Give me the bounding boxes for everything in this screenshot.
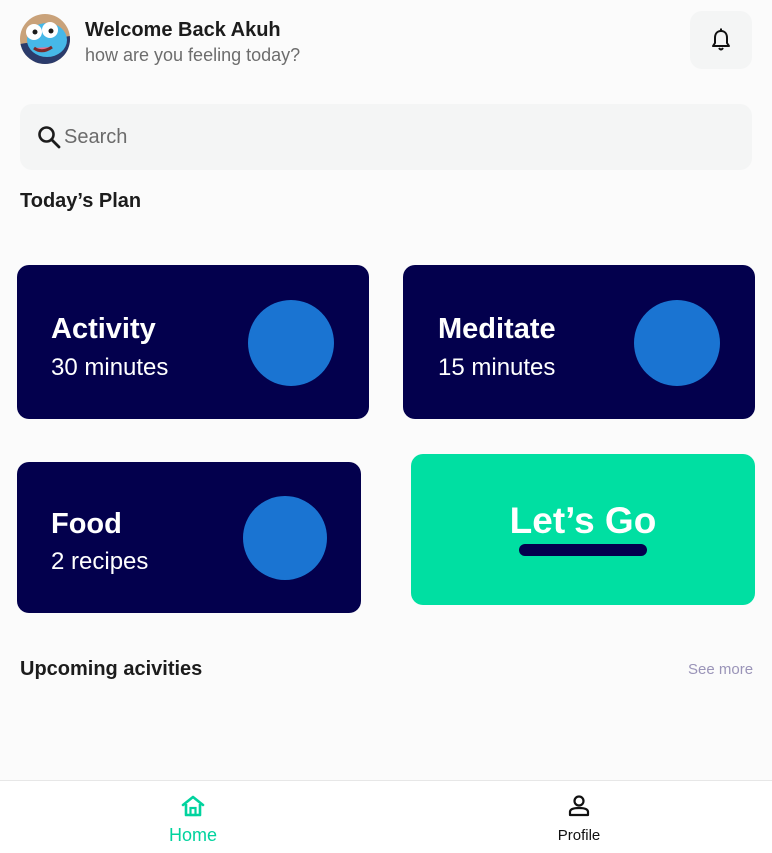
home-icon (181, 795, 205, 817)
bell-icon (712, 28, 730, 51)
plan-card-activity[interactable]: Activity 30 minutes (17, 265, 369, 419)
nav-item-home[interactable]: Home (0, 781, 386, 853)
card-circle (248, 300, 334, 386)
card-title: Meditate (438, 313, 556, 345)
avatar-image (20, 14, 70, 64)
bottom-nav: Home Profile (0, 780, 772, 853)
lets-go-underline (519, 544, 647, 556)
plan-card-meditate[interactable]: Meditate 15 minutes (403, 265, 755, 419)
welcome-subtitle: how are you feeling today? (85, 45, 301, 65)
notifications-button[interactable] (690, 11, 752, 69)
card-subtitle: 2 recipes (51, 548, 149, 575)
section-title-plan: Today’s Plan (20, 190, 142, 212)
section-title-upcoming: Upcoming acivities (20, 658, 203, 680)
lets-go-label: Let’s Go (509, 500, 657, 541)
card-title: Activity (51, 313, 156, 345)
card-circle (634, 300, 720, 386)
see-more-link[interactable]: See more (688, 661, 753, 678)
card-subtitle: 30 minutes (51, 354, 169, 381)
nav-label-home: Home (168, 825, 217, 845)
card-circle (243, 496, 327, 580)
lets-go-button[interactable]: Let’s Go (411, 454, 755, 605)
plan-card-food[interactable]: Food 2 recipes (17, 462, 361, 613)
person-icon (568, 795, 590, 817)
welcome-title: Welcome Back Akuh (85, 19, 281, 41)
card-subtitle: 15 minutes (438, 354, 556, 381)
search-bar[interactable] (20, 104, 752, 170)
nav-item-profile[interactable]: Profile (386, 781, 772, 853)
card-title: Food (51, 508, 122, 540)
search-input[interactable] (64, 120, 724, 154)
search-icon (38, 126, 61, 149)
nav-label-profile: Profile (557, 827, 601, 844)
avatar[interactable] (20, 14, 70, 64)
